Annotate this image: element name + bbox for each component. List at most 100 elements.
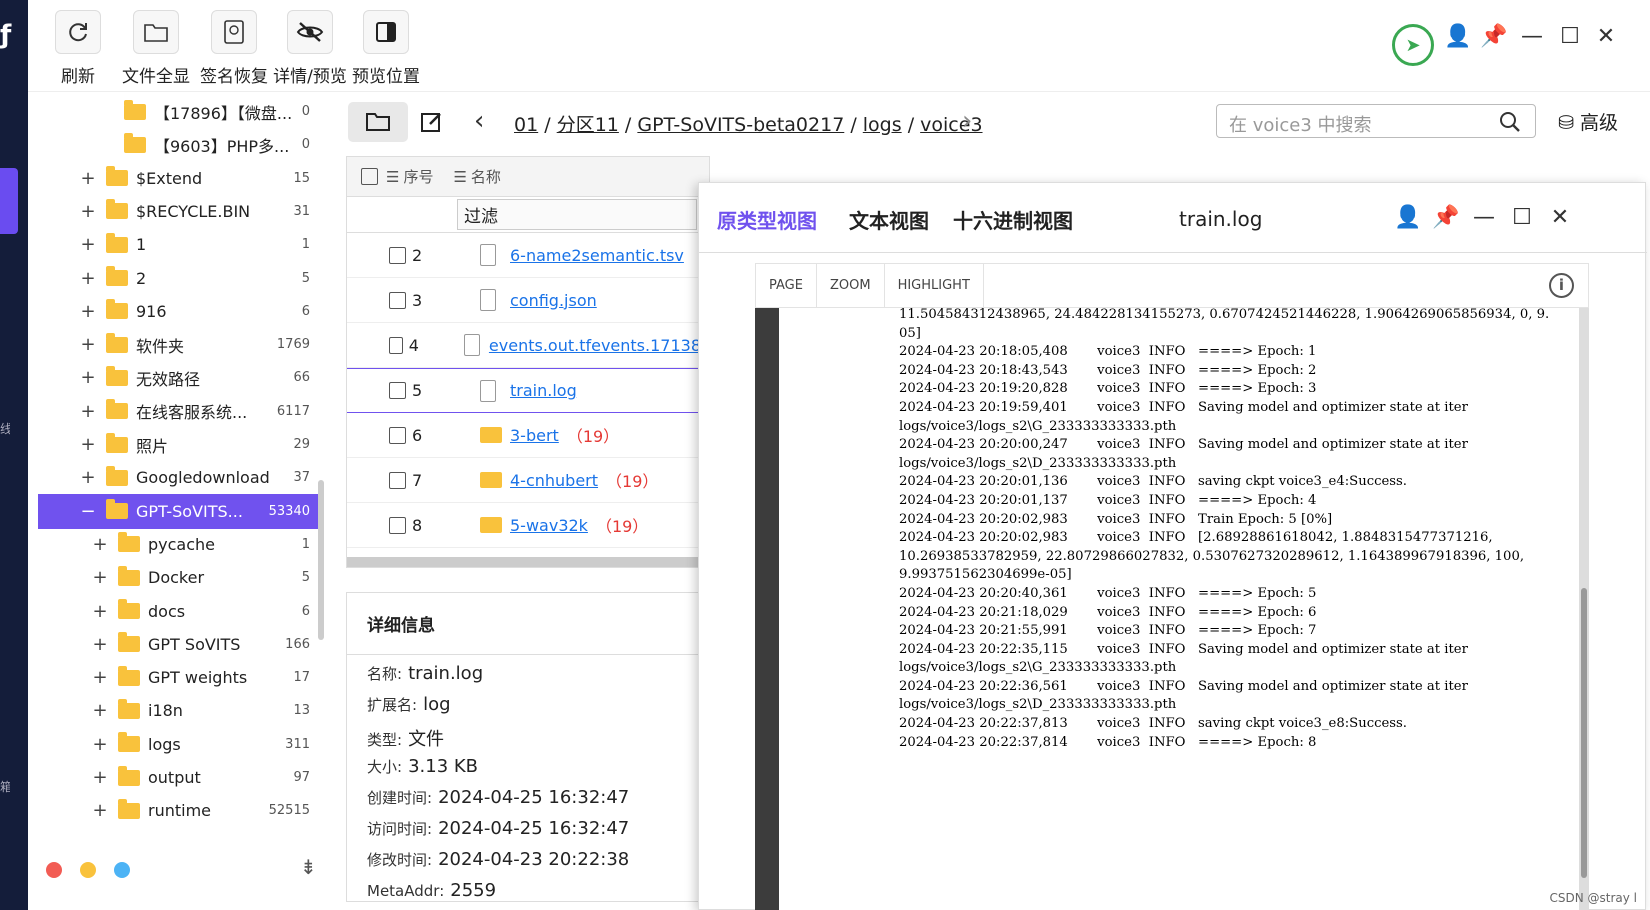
search-input[interactable]: 在 voice3 中搜索 (1216, 104, 1536, 138)
expand-toggle-icon[interactable]: − (78, 501, 98, 522)
file-name-link[interactable]: config.json (510, 291, 597, 310)
expand-toggle-icon[interactable]: + (90, 700, 110, 721)
crumb-01[interactable]: 01 (514, 114, 538, 136)
blue-dot[interactable] (114, 862, 130, 878)
tree-item[interactable]: + logs 311 (38, 727, 318, 762)
expand-toggle-icon[interactable]: + (90, 767, 110, 788)
rail-active-item[interactable] (0, 168, 18, 234)
tree-item[interactable]: + pycache 1 (38, 527, 318, 562)
row-checkbox[interactable] (389, 471, 406, 489)
file-name-link[interactable]: train.log (510, 381, 577, 400)
search-icon[interactable] (1499, 111, 1521, 133)
rail-glyph[interactable]: 箱 (0, 778, 10, 795)
tree-item[interactable]: + docs 6 (38, 594, 318, 629)
tree-item[interactable]: + $RECYCLE.BIN 31 (38, 194, 318, 229)
expand-toggle-icon[interactable]: + (90, 534, 110, 555)
expand-toggle-icon[interactable]: + (90, 634, 110, 655)
folder-view-button[interactable] (348, 102, 408, 142)
expand-toggle-icon[interactable]: + (78, 301, 98, 322)
select-all-checkbox[interactable] (361, 168, 378, 185)
table-row[interactable]: 5 train.log (347, 368, 709, 413)
advanced-search-button[interactable]: ⛁ 高级 (1558, 108, 1618, 135)
back-icon[interactable]: ‹ (474, 106, 484, 136)
tree-item[interactable]: +1 1 (38, 227, 318, 262)
tree-item[interactable]: + $Extend 15 (38, 161, 318, 196)
expand-toggle-icon[interactable]: + (90, 734, 110, 755)
close-icon[interactable]: ✕ (1592, 24, 1620, 49)
info-icon[interactable]: i (1549, 273, 1574, 298)
show-all-files-button[interactable]: 文件全显 (118, 10, 194, 87)
refresh-button[interactable]: 刷新 (40, 10, 116, 87)
tree-item[interactable]: + 软件夹 1769 (38, 327, 318, 362)
row-checkbox[interactable] (389, 291, 406, 309)
crumb-partition[interactable]: 分区11 (557, 114, 619, 136)
pin-icon[interactable]: 📌 (1480, 24, 1508, 49)
signature-restore-button[interactable]: 签名恢复 (196, 10, 272, 87)
tree-item[interactable]: + 无效路径 66 (38, 360, 318, 395)
tab-text-view[interactable]: 文本视图 (849, 205, 929, 234)
expand-toggle-icon[interactable]: + (78, 467, 98, 488)
table-row[interactable]: 6 3-bert （19） (347, 413, 709, 458)
expand-toggle-icon[interactable]: + (78, 367, 98, 388)
collapse-tree-icon[interactable]: ⇟ (300, 855, 317, 879)
file-name-link[interactable]: 3-bert (510, 426, 559, 445)
forward-icon[interactable]: › (962, 106, 972, 136)
table-row[interactable]: 7 4-cnhubert （19） (347, 458, 709, 503)
table-row[interactable]: 2 6-name2semantic.tsv (347, 233, 709, 278)
status-shield-icon[interactable]: ➤ (1392, 24, 1434, 66)
highlight-button[interactable]: HIGHLIGHT (885, 264, 984, 307)
col-name[interactable]: 名称 (471, 166, 501, 187)
rail-glyph[interactable]: 线 (0, 420, 10, 437)
user-icon[interactable]: 👤 (1393, 205, 1423, 230)
expand-toggle-icon[interactable]: + (78, 168, 98, 189)
col-index[interactable]: 序号 (403, 166, 433, 187)
expand-toggle-icon[interactable]: + (78, 334, 98, 355)
page-button[interactable]: PAGE (756, 264, 817, 307)
row-checkbox[interactable] (389, 382, 406, 399)
tree-item[interactable]: +2 5 (38, 261, 318, 296)
minimize-icon[interactable]: — (1469, 205, 1499, 230)
scroll-thumb[interactable] (1581, 588, 1587, 878)
table-row[interactable]: 4 events.out.tfevents.17138 (347, 323, 709, 368)
crumb-project[interactable]: GPT-SoVITS-beta0217 (637, 114, 844, 136)
tree-item[interactable]: + GPT weights 17 (38, 660, 318, 695)
tab-hex-view[interactable]: 十六进制视图 (953, 205, 1073, 234)
row-checkbox[interactable] (389, 516, 406, 534)
horizontal-scrollbar[interactable] (347, 557, 709, 567)
crumb-voice3[interactable]: voice3 (920, 114, 982, 136)
file-name-link[interactable]: 6-name2semantic.tsv (510, 246, 684, 265)
tree-item[interactable]: + Googledownload 37 (38, 460, 318, 495)
row-checkbox[interactable] (389, 426, 406, 444)
expand-toggle-icon[interactable]: + (78, 268, 98, 289)
row-checkbox[interactable] (389, 336, 403, 354)
tree-item[interactable]: +916 6 (38, 294, 318, 329)
tree-item[interactable]: + GPT SoVITS 166 (38, 627, 318, 662)
tree-item[interactable]: 【9603】PHP多... 0 (38, 127, 318, 162)
tree-scrollbar[interactable] (318, 480, 324, 640)
edit-path-button[interactable] (402, 102, 462, 142)
tree-item[interactable]: + 在线客服系统... 6117 (38, 394, 318, 429)
row-checkbox[interactable] (389, 246, 406, 264)
red-dot[interactable] (46, 862, 62, 878)
preview-position-button[interactable]: 预览位置 (348, 10, 424, 87)
crumb-logs[interactable]: logs (863, 114, 902, 136)
table-row[interactable]: 8 5-wav32k （19） (347, 503, 709, 548)
pin-icon[interactable]: 📌 (1431, 205, 1461, 230)
yellow-dot[interactable] (80, 862, 96, 878)
document-scrollbar[interactable] (1579, 308, 1589, 910)
details-preview-button[interactable]: 详情/预览 (272, 10, 348, 87)
file-name-link[interactable]: 4-cnhubert (510, 471, 598, 490)
tree-item[interactable]: + 照片 29 (38, 427, 318, 462)
tree-item[interactable]: 【17896】【微盘... 0 (38, 98, 318, 129)
expand-toggle-icon[interactable]: + (90, 800, 110, 821)
expand-toggle-icon[interactable]: + (78, 234, 98, 255)
expand-toggle-icon[interactable]: + (90, 567, 110, 588)
maximize-icon[interactable]: ☐ (1507, 205, 1537, 230)
file-name-link[interactable]: events.out.tfevents.17138 (489, 336, 701, 355)
expand-toggle-icon[interactable]: + (90, 601, 110, 622)
maximize-icon[interactable]: ☐ (1556, 24, 1584, 49)
file-name-link[interactable]: 5-wav32k (510, 516, 588, 535)
expand-toggle-icon[interactable]: + (78, 401, 98, 422)
expand-toggle-icon[interactable]: + (78, 434, 98, 455)
tab-native-view[interactable]: 原类型视图 (717, 205, 817, 234)
